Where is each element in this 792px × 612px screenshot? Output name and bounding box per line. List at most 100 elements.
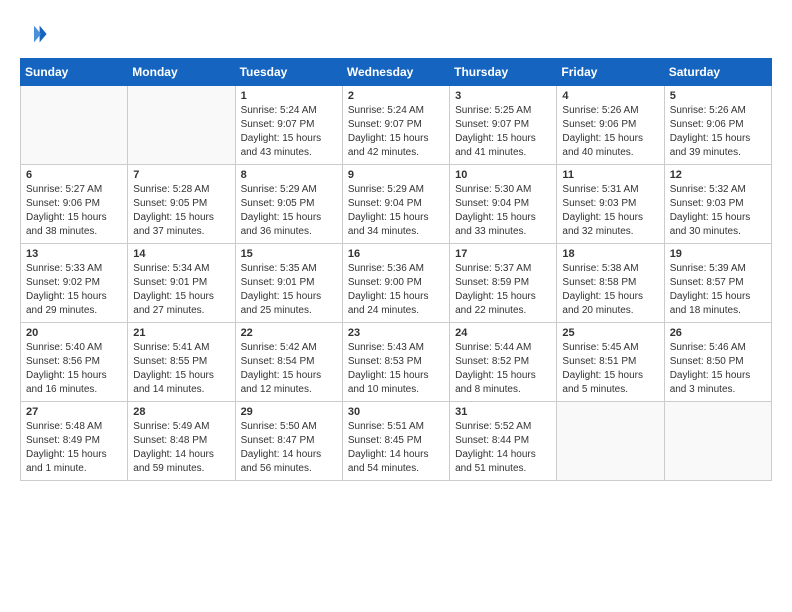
cell-content: Sunrise: 5:39 AM Sunset: 8:57 PM Dayligh… [670,262,766,318]
cell-content: Sunrise: 5:37 AM Sunset: 8:59 PM Dayligh… [455,262,551,318]
calendar-week-1: 1 Sunrise: 5:24 AM Sunset: 9:07 PM Daylig… [21,86,772,165]
cell-content: Sunrise: 5:29 AM Sunset: 9:05 PM Dayligh… [241,183,337,239]
cell-content: Sunrise: 5:24 AM Sunset: 9:07 PM Dayligh… [348,104,444,160]
day-header-thursday: Thursday [450,59,557,86]
day-number: 26 [670,327,766,339]
day-number: 14 [133,248,229,260]
calendar-table: SundayMondayTuesdayWednesdayThursdayFrid… [20,58,772,481]
day-number: 1 [241,90,337,102]
cell-content: Sunrise: 5:29 AM Sunset: 9:04 PM Dayligh… [348,183,444,239]
cell-content: Sunrise: 5:43 AM Sunset: 8:53 PM Dayligh… [348,341,444,397]
day-number: 19 [670,248,766,260]
day-number: 30 [348,406,444,418]
cell-content: Sunrise: 5:33 AM Sunset: 9:02 PM Dayligh… [26,262,122,318]
logo [20,20,52,48]
calendar-cell: 24 Sunrise: 5:44 AM Sunset: 8:52 PM Dayli… [450,323,557,402]
cell-content: Sunrise: 5:30 AM Sunset: 9:04 PM Dayligh… [455,183,551,239]
day-header-sunday: Sunday [21,59,128,86]
calendar-cell: 7 Sunrise: 5:28 AM Sunset: 9:05 PM Daylig… [128,165,235,244]
cell-content: Sunrise: 5:41 AM Sunset: 8:55 PM Dayligh… [133,341,229,397]
day-header-friday: Friday [557,59,664,86]
calendar-cell: 17 Sunrise: 5:37 AM Sunset: 8:59 PM Dayli… [450,244,557,323]
calendar-cell: 1 Sunrise: 5:24 AM Sunset: 9:07 PM Daylig… [235,86,342,165]
cell-content: Sunrise: 5:42 AM Sunset: 8:54 PM Dayligh… [241,341,337,397]
cell-content: Sunrise: 5:35 AM Sunset: 9:01 PM Dayligh… [241,262,337,318]
day-number: 10 [455,169,551,181]
day-number: 15 [241,248,337,260]
cell-content: Sunrise: 5:49 AM Sunset: 8:48 PM Dayligh… [133,420,229,476]
day-number: 4 [562,90,658,102]
cell-content: Sunrise: 5:24 AM Sunset: 9:07 PM Dayligh… [241,104,337,160]
calendar-cell: 23 Sunrise: 5:43 AM Sunset: 8:53 PM Dayli… [342,323,449,402]
cell-content: Sunrise: 5:36 AM Sunset: 9:00 PM Dayligh… [348,262,444,318]
calendar-cell: 16 Sunrise: 5:36 AM Sunset: 9:00 PM Dayli… [342,244,449,323]
day-number: 7 [133,169,229,181]
calendar-cell: 31 Sunrise: 5:52 AM Sunset: 8:44 PM Dayli… [450,402,557,481]
day-number: 23 [348,327,444,339]
day-number: 5 [670,90,766,102]
day-number: 2 [348,90,444,102]
cell-content: Sunrise: 5:26 AM Sunset: 9:06 PM Dayligh… [562,104,658,160]
cell-content: Sunrise: 5:44 AM Sunset: 8:52 PM Dayligh… [455,341,551,397]
calendar-cell: 3 Sunrise: 5:25 AM Sunset: 9:07 PM Daylig… [450,86,557,165]
calendar-cell [128,86,235,165]
day-number: 22 [241,327,337,339]
cell-content: Sunrise: 5:38 AM Sunset: 8:58 PM Dayligh… [562,262,658,318]
day-number: 25 [562,327,658,339]
day-number: 31 [455,406,551,418]
day-number: 17 [455,248,551,260]
cell-content: Sunrise: 5:31 AM Sunset: 9:03 PM Dayligh… [562,183,658,239]
calendar-cell: 30 Sunrise: 5:51 AM Sunset: 8:45 PM Dayli… [342,402,449,481]
calendar-cell: 20Sunrise: 5:40 AM Sunset: 8:56 PM Dayli… [21,323,128,402]
calendar-cell: 22 Sunrise: 5:42 AM Sunset: 8:54 PM Dayli… [235,323,342,402]
calendar-cell: 28Sunrise: 5:49 AM Sunset: 8:48 PM Dayli… [128,402,235,481]
calendar-cell: 5 Sunrise: 5:26 AM Sunset: 9:06 PM Daylig… [664,86,771,165]
day-header-monday: Monday [128,59,235,86]
logo-icon [20,20,48,48]
cell-content: Sunrise: 5:52 AM Sunset: 8:44 PM Dayligh… [455,420,551,476]
calendar-cell: 14 Sunrise: 5:34 AM Sunset: 9:01 PM Dayli… [128,244,235,323]
cell-content: Sunrise: 5:28 AM Sunset: 9:05 PM Dayligh… [133,183,229,239]
day-number: 11 [562,169,658,181]
cell-content: Sunrise: 5:27 AM Sunset: 9:06 PM Dayligh… [26,183,122,239]
calendar-cell: 10 Sunrise: 5:30 AM Sunset: 9:04 PM Dayli… [450,165,557,244]
calendar-cell: 25 Sunrise: 5:45 AM Sunset: 8:51 PM Dayli… [557,323,664,402]
calendar-cell: 27Sunrise: 5:48 AM Sunset: 8:49 PM Dayli… [21,402,128,481]
day-number: 3 [455,90,551,102]
calendar-cell: 8 Sunrise: 5:29 AM Sunset: 9:05 PM Daylig… [235,165,342,244]
calendar-cell: 26 Sunrise: 5:46 AM Sunset: 8:50 PM Dayli… [664,323,771,402]
day-number: 16 [348,248,444,260]
cell-content: Sunrise: 5:40 AM Sunset: 8:56 PM Dayligh… [26,341,122,397]
day-number: 29 [241,406,337,418]
calendar-week-2: 6Sunrise: 5:27 AM Sunset: 9:06 PM Daylig… [21,165,772,244]
calendar-header-row: SundayMondayTuesdayWednesdayThursdayFrid… [21,59,772,86]
cell-content: Sunrise: 5:50 AM Sunset: 8:47 PM Dayligh… [241,420,337,476]
calendar-cell: 11 Sunrise: 5:31 AM Sunset: 9:03 PM Dayli… [557,165,664,244]
cell-content: Sunrise: 5:32 AM Sunset: 9:03 PM Dayligh… [670,183,766,239]
cell-content: Sunrise: 5:34 AM Sunset: 9:01 PM Dayligh… [133,262,229,318]
calendar-cell [21,86,128,165]
day-number: 21 [133,327,229,339]
day-header-saturday: Saturday [664,59,771,86]
calendar-cell: 15 Sunrise: 5:35 AM Sunset: 9:01 PM Dayli… [235,244,342,323]
calendar-week-3: 13Sunrise: 5:33 AM Sunset: 9:02 PM Dayli… [21,244,772,323]
calendar-cell: 19 Sunrise: 5:39 AM Sunset: 8:57 PM Dayli… [664,244,771,323]
calendar-cell: 21 Sunrise: 5:41 AM Sunset: 8:55 PM Dayli… [128,323,235,402]
cell-content: Sunrise: 5:45 AM Sunset: 8:51 PM Dayligh… [562,341,658,397]
calendar-cell [664,402,771,481]
day-header-wednesday: Wednesday [342,59,449,86]
cell-content: Sunrise: 5:46 AM Sunset: 8:50 PM Dayligh… [670,341,766,397]
cell-content: Sunrise: 5:26 AM Sunset: 9:06 PM Dayligh… [670,104,766,160]
calendar-cell [557,402,664,481]
cell-content: Sunrise: 5:25 AM Sunset: 9:07 PM Dayligh… [455,104,551,160]
calendar-cell: 4 Sunrise: 5:26 AM Sunset: 9:06 PM Daylig… [557,86,664,165]
calendar-week-5: 27Sunrise: 5:48 AM Sunset: 8:49 PM Dayli… [21,402,772,481]
calendar-cell: 12 Sunrise: 5:32 AM Sunset: 9:03 PM Dayli… [664,165,771,244]
calendar-cell: 13Sunrise: 5:33 AM Sunset: 9:02 PM Dayli… [21,244,128,323]
calendar-cell: 2 Sunrise: 5:24 AM Sunset: 9:07 PM Daylig… [342,86,449,165]
cell-content: Sunrise: 5:51 AM Sunset: 8:45 PM Dayligh… [348,420,444,476]
day-number: 18 [562,248,658,260]
day-number: 24 [455,327,551,339]
day-number: 12 [670,169,766,181]
day-number: 8 [241,169,337,181]
